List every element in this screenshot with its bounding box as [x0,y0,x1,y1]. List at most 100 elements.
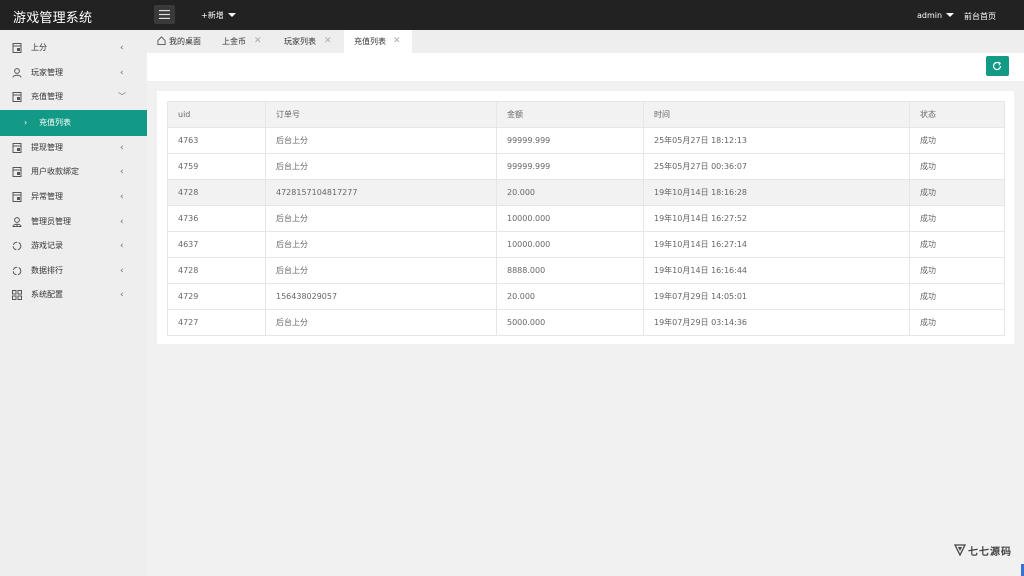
watermark-brand: 七七源码 [968,547,1012,558]
chevron-down-icon: ﹀ [118,92,126,102]
sidebar-item-label: 系统配置 [31,290,63,300]
chevron-left-icon: ‹ [120,167,124,178]
sidebar-item-label: 游戏记录 [31,241,63,251]
app-title: 游戏管理系统 [13,11,93,26]
cell-uid: 4729 [167,283,266,310]
chevron-left-icon: ‹ [120,67,124,78]
chevron-left-icon: ‹ [120,290,124,301]
sidebar-subitem-label: 充值列表 [39,117,71,127]
cell-time: 25年05月27日 00:36:07 [643,153,910,180]
new-dropdown-button[interactable]: +新增 [201,10,236,21]
column-header-status: 状态 [909,101,1005,128]
new-label: +新增 [201,11,224,20]
table-row: 4728 后台上分 8888.000 19年10月14日 16:16:44 成功 [167,257,1005,284]
document-icon [12,167,22,178]
cell-uid: 4759 [167,153,266,180]
column-header-order-no: 订单号 [265,101,497,128]
cell-status: 成功 [909,179,1005,206]
table-row: 4727 后台上分 5000.000 19年07月29日 03:14:36 成功 [167,309,1005,336]
table-row: 4759 后台上分 99999.999 25年05月27日 00:36:07 成… [167,153,1005,180]
sidebar: 上分 ‹ 玩家管理 ‹ 充值管理 ﹀ › 充值列表 提现管理 ‹ 用户收款绑定 … [0,30,147,576]
close-icon[interactable]: ✕ [324,30,332,53]
close-icon[interactable]: ✕ [254,30,262,53]
cell-order-no: 156438029057 [265,283,497,310]
sidebar-item-system-config[interactable]: 系统配置 ‹ [0,283,147,308]
cell-uid: 4727 [167,309,266,336]
admin-user-icon [12,216,22,227]
home-icon [157,36,166,45]
cell-uid: 4728 [167,257,266,284]
cell-order-no: 后台上分 [265,153,497,180]
table-row: 4729 156438029057 20.000 19年07月29日 14:05… [167,283,1005,310]
user-icon [12,67,22,78]
watermark-logo: 七七源码 [954,543,1014,567]
sidebar-item-label: 上分 [31,43,47,52]
cell-status: 成功 [909,283,1005,310]
sidebar-item-label: 充值管理 [31,92,63,102]
cell-order-no: 后台上分 [265,231,497,258]
close-icon[interactable]: ✕ [393,30,401,53]
cell-order-no: 后台上分 [265,205,497,232]
front-page-link[interactable]: 前台首页 [964,11,996,22]
user-menu[interactable]: admin [917,11,955,20]
document-icon [12,92,22,103]
cell-status: 成功 [909,205,1005,232]
cell-amount: 20.000 [496,179,644,206]
username: admin [917,11,943,20]
cell-status: 成功 [909,127,1005,154]
table-header-row: uid 订单号 金额 时间 状态 [167,101,1005,128]
top-bar: 游戏管理系统 +新增 admin 前台首页 [0,0,1024,30]
sidebar-item-players[interactable]: 玩家管理 ‹ [0,61,147,86]
sidebar-item-exceptions[interactable]: 异常管理 ‹ [0,185,147,210]
menu-toggle-button[interactable] [154,5,175,24]
tab-player-list[interactable]: 玩家列表 ✕ [274,30,344,53]
sidebar-item-label: 管理员管理 [31,216,71,226]
sidebar-item-withdraw[interactable]: 提现管理 ‹ [0,136,147,161]
tab-label: 我的桌面 [169,37,201,46]
tab-label: 上金币 [222,37,246,46]
tab-coins[interactable]: 上金币 ✕ [212,30,274,53]
cell-time: 19年10月14日 16:16:44 [643,257,910,284]
cell-uid: 4728 [167,179,266,206]
chevron-left-icon: ‹ [120,216,124,227]
sidebar-item-score[interactable]: 上分 ‹ [0,36,147,61]
cell-time: 19年07月29日 14:05:01 [643,283,910,310]
logo-icon [954,544,966,556]
cell-amount: 20.000 [496,283,644,310]
cell-uid: 4637 [167,231,266,258]
sidebar-item-admins[interactable]: 管理员管理 ‹ [0,210,147,235]
sidebar-item-game-records[interactable]: 游戏记录 ‹ [0,234,147,259]
table-row: 4736 后台上分 10000.000 19年10月14日 16:27:52 成… [167,205,1005,232]
sidebar-item-rankings[interactable]: 数据排行 ‹ [0,259,147,284]
cell-time: 19年10月14日 16:27:52 [643,205,910,232]
refresh-cycle-icon [12,266,22,276]
cell-order-no: 后台上分 [265,309,497,336]
chevron-left-icon: ‹ [120,241,124,252]
cell-amount: 8888.000 [496,257,644,284]
cell-time: 25年05月27日 18:12:13 [643,127,910,154]
refresh-button[interactable] [986,56,1009,76]
document-icon [12,142,22,153]
sidebar-item-label: 异常管理 [31,191,63,201]
chevron-left-icon: ‹ [120,142,124,153]
tab-recharge-list[interactable]: 充值列表 ✕ [344,30,412,53]
cell-order-no: 后台上分 [265,127,497,154]
sidebar-item-recharge[interactable]: 充值管理 ﹀ [0,85,147,110]
toolbar [147,53,1024,81]
sidebar-item-payment-binding[interactable]: 用户收款绑定 ‹ [0,160,147,185]
chevron-right-icon: › [24,117,28,127]
tab-bar: 我的桌面 上金币 ✕ 玩家列表 ✕ 充值列表 ✕ [147,30,1024,53]
cell-order-no: 后台上分 [265,257,497,284]
cell-amount: 99999.999 [496,127,644,154]
sidebar-item-label: 提现管理 [31,142,63,152]
cell-status: 成功 [909,309,1005,336]
grid-icon [12,290,22,301]
chevron-left-icon: ‹ [120,43,124,53]
column-header-time: 时间 [643,101,910,128]
sidebar-subitem-recharge-list[interactable]: › 充值列表 [0,109,147,136]
table-row: 4763 后台上分 99999.999 25年05月27日 18:12:13 成… [167,127,1005,154]
cell-amount: 5000.000 [496,309,644,336]
cell-order-no: 4728157104817277 [265,179,497,206]
tab-home[interactable]: 我的桌面 [157,30,212,53]
document-icon [12,191,22,202]
